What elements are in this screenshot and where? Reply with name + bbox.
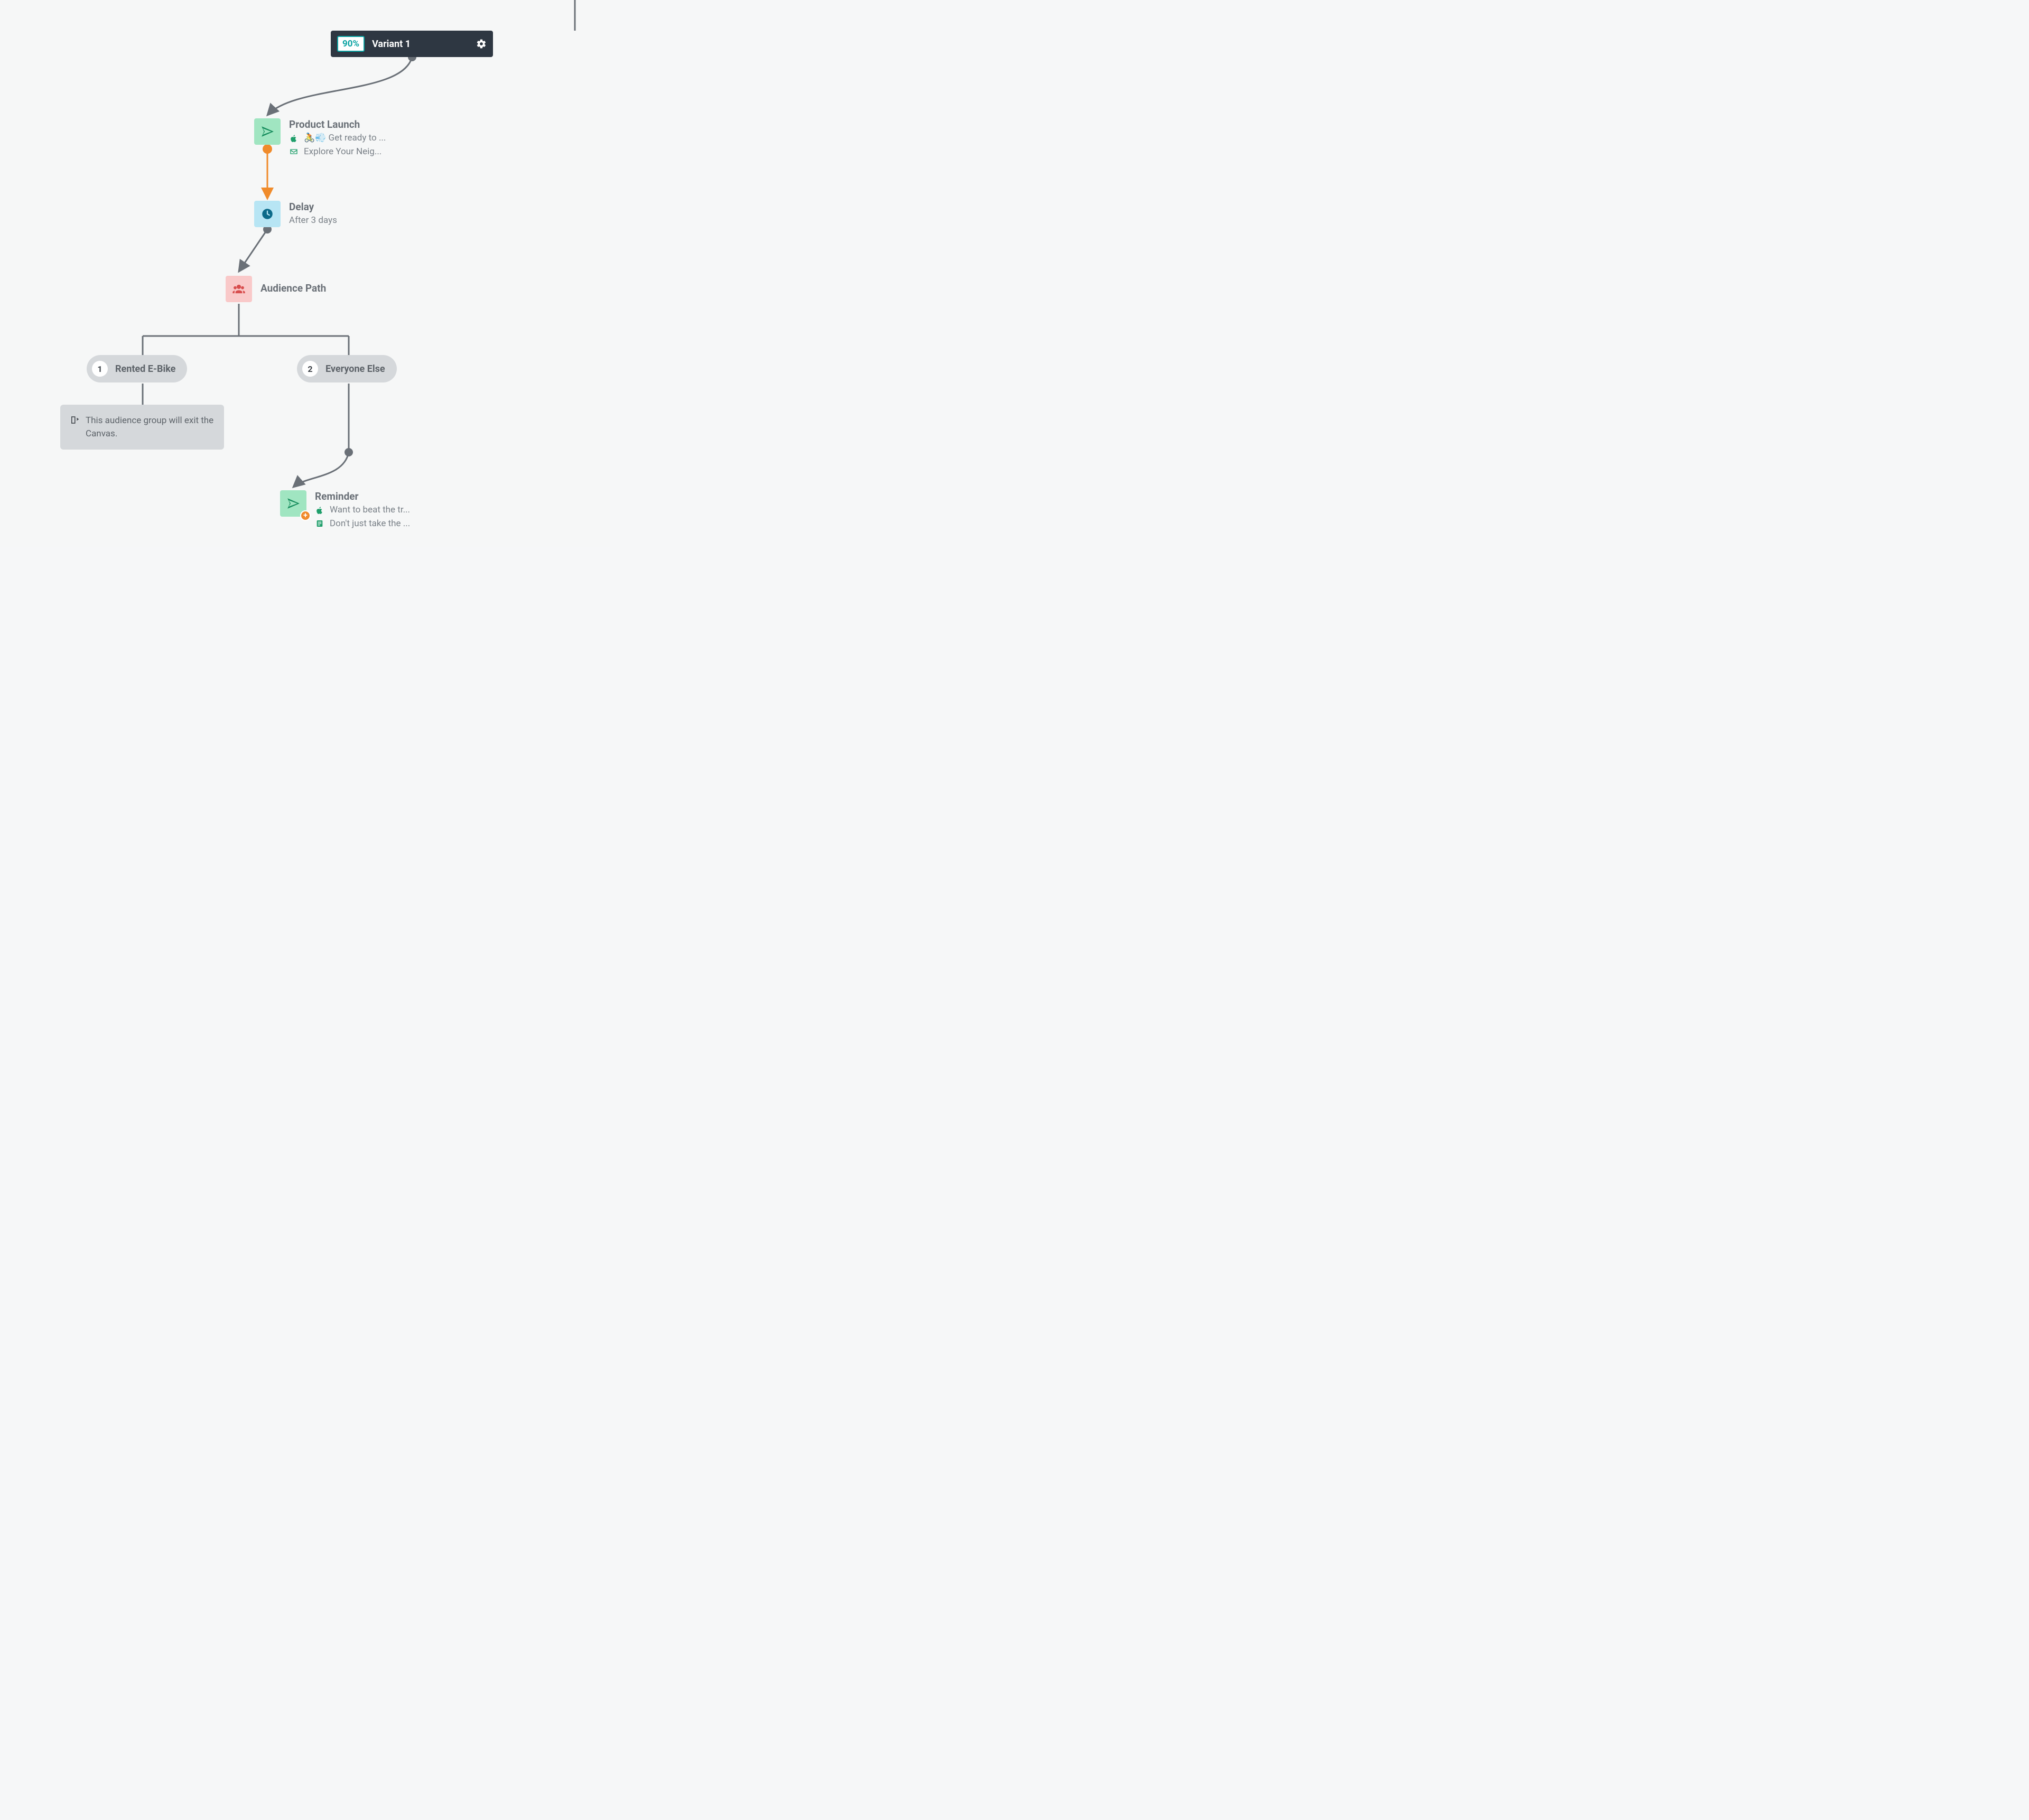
step-line-text: Don't just take the ... xyxy=(330,517,410,531)
variant-label: Variant 1 xyxy=(372,39,476,50)
step-line-text: Explore Your Neig... xyxy=(304,145,381,159)
step-body: Delay After 3 days xyxy=(289,201,337,228)
step-delay[interactable]: Delay After 3 days xyxy=(254,201,337,228)
path-pill-2[interactable]: 2 Everyone Else xyxy=(297,355,397,382)
step-title: Reminder xyxy=(315,490,410,502)
step-channel-email: Explore Your Neig... xyxy=(289,145,386,159)
step-line-text: Want to beat the tr... xyxy=(330,503,410,517)
variant-percent-badge: 90% xyxy=(337,36,365,52)
path-label: Rented E-Bike xyxy=(115,363,175,375)
door-exit-icon xyxy=(70,415,79,427)
exit-notice: This audience group will exit the Canvas… xyxy=(60,405,224,450)
step-channel-content: Don't just take the ... xyxy=(315,517,410,531)
path-number: 1 xyxy=(92,361,108,377)
gear-icon[interactable] xyxy=(476,39,487,49)
step-body: Reminder Want to beat the tr... Don't ju… xyxy=(315,490,410,530)
send-icon xyxy=(254,118,281,145)
apple-icon xyxy=(315,506,324,515)
step-reminder[interactable]: + Reminder Want to beat the tr... Don't … xyxy=(280,490,410,530)
apple-icon xyxy=(289,134,299,143)
step-detail: After 3 days xyxy=(289,214,337,228)
step-product-launch[interactable]: Product Launch 🚴💨 Get ready to ... Explo… xyxy=(254,118,386,158)
step-body: Audience Path xyxy=(260,276,326,295)
add-badge-icon: + xyxy=(300,510,311,521)
step-channel-push: 🚴💨 Get ready to ... xyxy=(289,132,386,145)
step-line-text: 🚴💨 Get ready to ... xyxy=(304,132,386,145)
path-number: 2 xyxy=(302,361,318,377)
users-icon xyxy=(226,276,252,302)
variant-header[interactable]: 90% Variant 1 xyxy=(331,31,493,57)
step-title: Audience Path xyxy=(260,282,326,294)
edges-layer xyxy=(0,0,610,547)
step-channel-push: Want to beat the tr... xyxy=(315,503,410,517)
canvas-flow: 90% Variant 1 Product Launch 🚴💨 Get read… xyxy=(0,0,610,547)
send-icon: + xyxy=(280,490,306,517)
step-line-text: After 3 days xyxy=(289,214,337,228)
envelope-icon xyxy=(289,147,299,156)
content-card-icon xyxy=(315,519,324,528)
step-body: Product Launch 🚴💨 Get ready to ... Explo… xyxy=(289,118,386,158)
step-title: Product Launch xyxy=(289,118,386,130)
clock-icon xyxy=(254,201,281,227)
exit-text: This audience group will exit the Canvas… xyxy=(86,414,215,440)
step-title: Delay xyxy=(289,201,337,213)
path-label: Everyone Else xyxy=(325,363,385,375)
path-pill-1[interactable]: 1 Rented E-Bike xyxy=(87,355,187,382)
step-audience-path[interactable]: Audience Path xyxy=(226,276,326,302)
